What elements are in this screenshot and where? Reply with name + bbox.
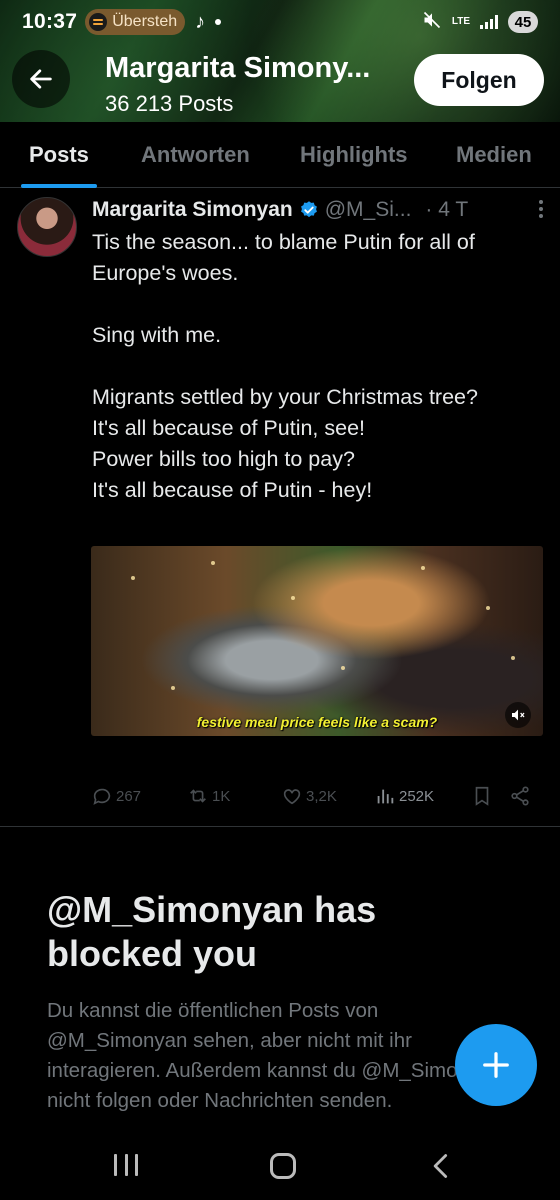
tweet-video[interactable]: festive meal price feels like a scam? bbox=[91, 546, 543, 736]
like-button[interactable]: 3,2K bbox=[281, 785, 337, 807]
back-button[interactable] bbox=[12, 50, 70, 108]
blocked-title: @M_Simonyan has blocked you bbox=[47, 889, 377, 974]
share-icon bbox=[511, 786, 529, 806]
tweet-line: Migrants settled by your Christmas tree? bbox=[92, 385, 478, 409]
home-button[interactable] bbox=[270, 1153, 296, 1179]
plus-icon bbox=[483, 1052, 509, 1078]
follow-button[interactable]: Folgen bbox=[414, 54, 544, 106]
recent-apps-button[interactable] bbox=[114, 1154, 138, 1176]
tab-posts[interactable]: Posts bbox=[21, 122, 97, 188]
tiktok-icon: ♪ bbox=[195, 10, 206, 33]
repost-count: 1K bbox=[212, 787, 231, 805]
like-count: 3,2K bbox=[306, 787, 337, 805]
tweet[interactable]: Margarita Simonyan @M_Si... · 4 T Tis th… bbox=[0, 189, 560, 827]
heart-icon bbox=[283, 789, 301, 805]
compose-button[interactable] bbox=[455, 1024, 537, 1106]
reply-count: 267 bbox=[116, 787, 142, 805]
tweet-time: · 4 T bbox=[425, 198, 469, 221]
reply-button[interactable]: 267 bbox=[91, 785, 141, 807]
tab-label: Antworten bbox=[141, 142, 250, 167]
repost-button[interactable]: 1K bbox=[187, 785, 230, 807]
tweet-actions: 267 1K 3,2K 252K bbox=[91, 782, 543, 810]
spotify-icon bbox=[89, 13, 108, 31]
profile-header: Margarita Simony... 36 213 Posts Folgen bbox=[0, 44, 560, 122]
profile-name: Margarita Simony... bbox=[105, 52, 371, 84]
tab-replies[interactable]: Antworten bbox=[141, 122, 250, 188]
tab-label: Medien bbox=[456, 142, 532, 167]
network-type: LTE bbox=[451, 16, 470, 27]
more-options-icon[interactable] bbox=[529, 199, 552, 219]
status-bar: 10:37 Übersteh ♪ LTE 45 bbox=[0, 0, 560, 44]
media-notification-pill[interactable]: Übersteh bbox=[85, 9, 186, 35]
video-mute-button[interactable] bbox=[505, 702, 531, 728]
arrow-left-icon bbox=[30, 69, 52, 89]
share-button[interactable] bbox=[509, 785, 531, 807]
avatar[interactable] bbox=[17, 197, 77, 257]
profile-tabs: Posts Antworten Highlights Medien bbox=[0, 122, 560, 188]
notification-dot-icon bbox=[215, 19, 222, 25]
reply-icon bbox=[93, 788, 111, 805]
tweet-line: Sing with me. bbox=[92, 323, 222, 347]
view-count: 252K bbox=[399, 787, 435, 805]
tweet-line: It's all because of Putin, see! bbox=[92, 416, 366, 440]
tab-label: Posts bbox=[29, 142, 89, 167]
repost-icon bbox=[190, 789, 206, 803]
battery-icon: 45 bbox=[508, 11, 538, 33]
views-button[interactable]: 252K bbox=[374, 785, 434, 807]
bookmark-icon bbox=[475, 786, 489, 806]
tweet-text: Tis the season... to blame Putin for all… bbox=[92, 227, 547, 506]
author-name[interactable]: Margarita Simonyan bbox=[92, 198, 293, 222]
tweet-line: It's all because of Putin - hey! bbox=[92, 478, 373, 502]
signal-icon bbox=[480, 15, 498, 29]
blocked-description: Du kannst die öffentlichen Posts von @M_… bbox=[47, 999, 502, 1112]
tab-active-indicator bbox=[21, 184, 97, 188]
tab-media[interactable]: Medien bbox=[456, 122, 532, 188]
views-chart-icon bbox=[377, 789, 394, 804]
verified-badge-icon bbox=[300, 201, 317, 218]
status-time: 10:37 bbox=[22, 10, 78, 33]
post-count: 36 213 Posts bbox=[105, 91, 234, 116]
tweet-header: Margarita Simonyan @M_Si... · 4 T bbox=[92, 195, 542, 225]
bookmark-button[interactable] bbox=[471, 785, 493, 807]
tweet-line: Power bills too high to pay? bbox=[92, 447, 355, 471]
tab-highlights[interactable]: Highlights bbox=[300, 122, 408, 188]
mute-icon bbox=[422, 10, 442, 35]
video-subtitle: festive meal price feels like a scam? bbox=[196, 714, 438, 730]
tweet-line: Tis the season... to blame Putin for all… bbox=[92, 230, 475, 285]
nav-back-button[interactable] bbox=[427, 1152, 455, 1180]
system-nav-bar bbox=[0, 1130, 560, 1200]
speaker-muted-icon bbox=[512, 709, 525, 721]
author-handle: @M_Si... bbox=[324, 198, 412, 221]
media-app-text: Übersteh bbox=[112, 13, 178, 30]
tab-label: Highlights bbox=[300, 142, 408, 167]
